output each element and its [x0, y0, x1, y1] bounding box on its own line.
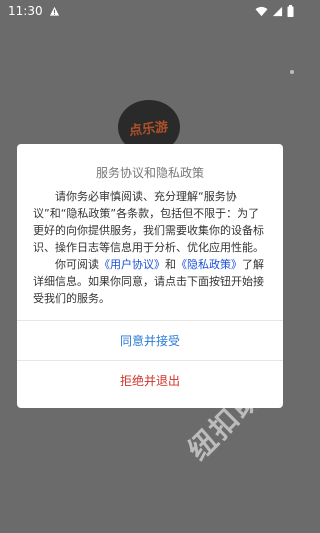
signal-icon — [272, 6, 283, 17]
status-time: 11:30 — [8, 4, 43, 18]
dialog-paragraph-1: 请你务必审慎阅读、充分理解“服务协议”和“隐私政策”各条款，包括但不限于：为了更… — [33, 190, 264, 254]
status-left: 11:30 — [8, 4, 60, 18]
warning-icon — [49, 6, 60, 17]
privacy-policy-link[interactable]: 《隐私政策》 — [176, 258, 242, 271]
privacy-dialog: 服务协议和隐私政策 请你务必审慎阅读、充分理解“服务协议”和“隐私政策”各条款，… — [17, 144, 283, 408]
status-bar: 11:30 — [0, 0, 300, 22]
app-logo-text: 点乐游 — [129, 119, 170, 139]
battery-icon — [287, 5, 294, 17]
wifi-icon — [255, 6, 268, 17]
user-agreement-link[interactable]: 《用户协议》 — [99, 258, 165, 271]
overflow-indicator — [290, 70, 294, 74]
dialog-title: 服务协议和隐私政策 — [95, 166, 204, 180]
para2-and: 和 — [165, 258, 176, 271]
dialog-paragraph-2: 你可阅读《用户协议》和《隐私政策》了解详细信息。如果你同意，请点击下面按钮开始接… — [33, 256, 269, 307]
status-right — [255, 5, 294, 17]
dialog-body: 请你务必审慎阅读、充分理解“服务协议”和“隐私政策”各条款，包括但不限于：为了更… — [33, 188, 269, 307]
agree-button[interactable]: 同意并接受 — [17, 320, 283, 360]
para2-prefix: 你可阅读 — [55, 258, 99, 271]
